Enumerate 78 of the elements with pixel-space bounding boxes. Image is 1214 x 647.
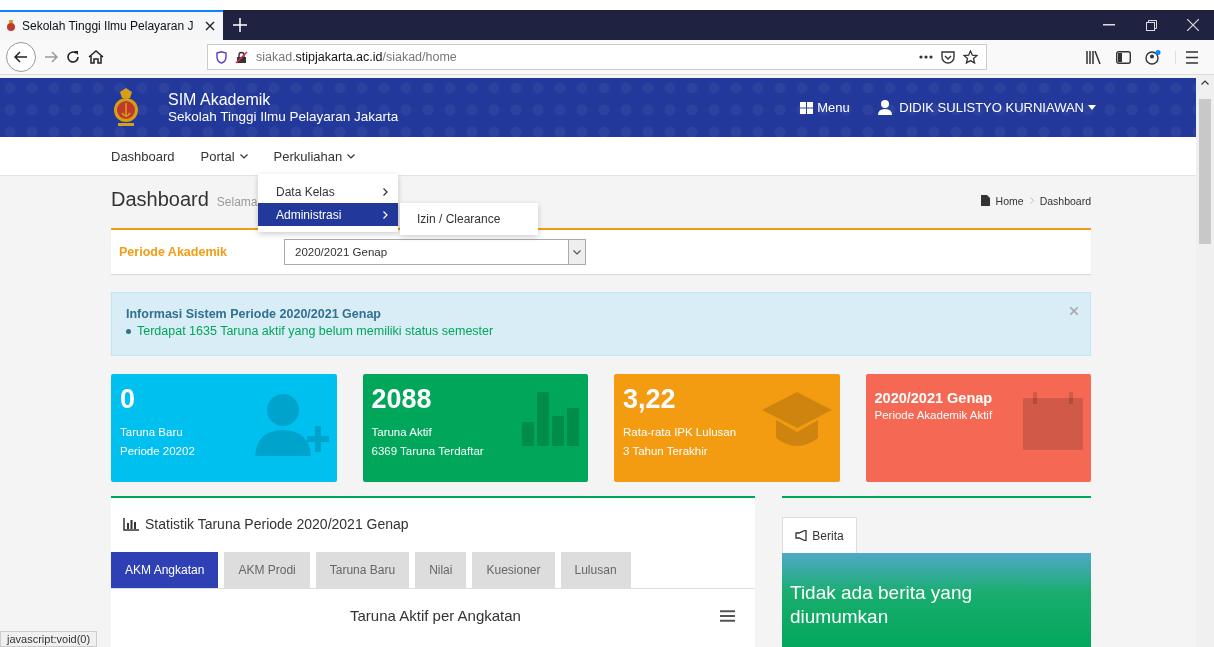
statistics-tab[interactable]: Taruna Baru bbox=[315, 552, 410, 588]
minimize-icon[interactable] bbox=[1103, 24, 1115, 26]
caret-icon bbox=[1088, 105, 1096, 110]
period-label: Periode Akademik bbox=[119, 245, 228, 259]
alert-title: Informasi Sistem Periode 2020/2021 Genap bbox=[126, 307, 381, 321]
stat-label: Rata-rata IPK Lulusan bbox=[623, 425, 738, 440]
page-subtitle: Selama bbox=[216, 195, 258, 209]
stat-label: Taruna Baru bbox=[120, 425, 184, 440]
bar-chart-icon bbox=[123, 517, 139, 531]
status-bar: javascript:void(0) bbox=[0, 631, 98, 647]
statistics-tab[interactable]: AKM Prodi bbox=[224, 552, 310, 588]
insecure-lock-icon bbox=[235, 50, 248, 64]
scroll-up-icon[interactable] bbox=[1201, 80, 1209, 85]
star-icon[interactable] bbox=[963, 50, 978, 64]
chevron-right-icon bbox=[383, 187, 388, 196]
scrollbar-thumb[interactable] bbox=[1199, 99, 1211, 244]
grid-icon bbox=[800, 101, 814, 114]
menu-item[interactable]: Administrasi bbox=[258, 203, 398, 226]
nav-link[interactable]: Dashboard bbox=[111, 148, 175, 164]
browser-tab[interactable]: Sekolah Tinggi Ilmu Pelayaran J bbox=[0, 10, 224, 40]
stat-value: 3,22 bbox=[623, 384, 677, 415]
url-text: siakad.stipjakarta.ac.id/siakad/home bbox=[256, 50, 457, 64]
breadcrumb-link[interactable]: Dashboard bbox=[1039, 194, 1091, 207]
nav-link[interactable]: Portal bbox=[200, 148, 248, 164]
stat-value: 0 bbox=[120, 384, 137, 415]
stat-value: 2088 bbox=[371, 384, 433, 415]
back-arrow-icon bbox=[14, 51, 28, 63]
chevron-right-icon bbox=[1029, 197, 1034, 204]
statistics-tab[interactable]: Lulusan bbox=[560, 552, 631, 588]
stat-label: Taruna Aktif bbox=[371, 425, 433, 440]
more-icon[interactable] bbox=[919, 55, 933, 59]
bar-chart-icon bbox=[522, 392, 580, 446]
period-select[interactable]: 2020/2021 Genap bbox=[284, 239, 586, 265]
stat-detail: 6369 Taruna Terdaftar bbox=[371, 444, 485, 459]
stat-detail: Periode 20202 bbox=[120, 444, 196, 459]
user-icon bbox=[877, 100, 892, 115]
pocket-icon[interactable] bbox=[941, 50, 955, 64]
file-icon bbox=[980, 195, 990, 206]
statistics-tab[interactable]: Nilai bbox=[415, 552, 467, 588]
bullet-icon bbox=[126, 328, 131, 334]
library-icon[interactable] bbox=[1086, 50, 1102, 64]
close-icon[interactable] bbox=[205, 21, 216, 31]
address-bar[interactable]: siakad.stipjakarta.ac.id/siakad/home bbox=[207, 44, 987, 70]
restore-icon[interactable] bbox=[1145, 19, 1157, 31]
crest-icon bbox=[6, 20, 16, 32]
chevron-right-icon bbox=[383, 210, 388, 219]
stat-value: 2020/2021 Genap bbox=[874, 390, 994, 406]
panel-title: Statistik Taruna Periode 2020/2021 Genap bbox=[145, 516, 409, 532]
megaphone-icon bbox=[795, 530, 809, 541]
shield-icon bbox=[216, 50, 227, 64]
statistics-tab[interactable]: AKM Angkatan bbox=[111, 552, 219, 588]
home-icon[interactable] bbox=[88, 50, 104, 64]
menu-item[interactable]: Izin / Clearance bbox=[400, 212, 501, 226]
sidebar-icon[interactable] bbox=[1116, 50, 1131, 64]
account-icon[interactable] bbox=[1145, 49, 1161, 65]
plus-icon[interactable] bbox=[233, 18, 248, 32]
breadcrumb-link[interactable]: Home bbox=[995, 194, 1024, 207]
back-button[interactable] bbox=[6, 42, 36, 72]
user-menu-button[interactable]: DIDIK SULISTYO KURNIAWAN bbox=[877, 100, 1096, 115]
alert-message: Terdapat 1635 Taruna aktif yang belum memiliki status semester bbox=[137, 324, 494, 338]
institution-name: Sekolah Tinggi Ilmu Pelayaran Jakarta bbox=[168, 109, 399, 124]
menu-item[interactable]: Data Kelas bbox=[258, 180, 398, 203]
menu-icon[interactable] bbox=[720, 609, 735, 622]
chevron-down-icon bbox=[573, 249, 581, 255]
stat-label: Periode Akademik Aktif bbox=[874, 408, 994, 423]
chart-title: Taruna Aktif per Angkatan bbox=[349, 607, 522, 624]
forward-arrow-icon[interactable] bbox=[44, 51, 58, 63]
news-tab[interactable]: Berita bbox=[782, 517, 857, 553]
menu-button[interactable]: Menu bbox=[800, 100, 850, 115]
calendar-icon bbox=[1023, 392, 1083, 450]
news-message: Tidak ada berita yang diumumkan bbox=[790, 581, 974, 629]
page-title: Dashboard bbox=[111, 188, 209, 211]
app-title: SIM Akademik bbox=[168, 91, 272, 109]
reload-icon[interactable] bbox=[66, 50, 80, 64]
nav-link[interactable]: Perkuliahan bbox=[273, 148, 356, 164]
user-add-icon bbox=[252, 392, 329, 458]
stat-detail: 3 Tahun Terakhir bbox=[623, 444, 709, 459]
statistics-tab[interactable]: Kuesioner bbox=[472, 552, 555, 588]
